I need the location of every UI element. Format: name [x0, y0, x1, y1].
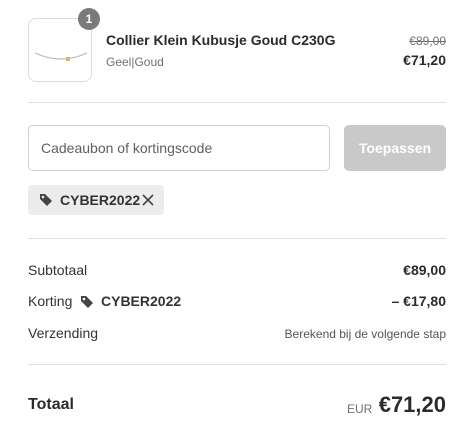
discount-code-input[interactable] — [28, 125, 330, 171]
divider — [28, 102, 446, 103]
shipping-row: Verzending Berekend bij de volgende stap — [28, 324, 446, 344]
quantity-badge: 1 — [78, 8, 100, 30]
discount-row: Korting CYBER2022 – €17,80 — [28, 292, 446, 312]
applied-discount-tag: CYBER2022 — [28, 185, 164, 215]
product-original-price: €89,00 — [409, 34, 446, 48]
subtotal-value: €89,00 — [403, 262, 446, 278]
shipping-label: Verzending — [28, 325, 99, 341]
close-icon[interactable] — [141, 193, 155, 207]
apply-discount-button[interactable]: Toepassen — [344, 125, 446, 171]
divider — [28, 238, 446, 239]
total-label: Totaal — [28, 396, 74, 413]
subtotal-row: Subtotaal €89,00 — [28, 261, 446, 281]
total-value: €71,20 — [378, 392, 446, 417]
tag-icon — [40, 194, 52, 206]
product-variant: Geel|Goud — [106, 55, 164, 69]
applied-discount-code: CYBER2022 — [60, 192, 141, 208]
shipping-value: Berekend bij de volgende stap — [284, 327, 446, 341]
tag-icon — [81, 296, 93, 308]
subtotal-label: Subtotaal — [28, 262, 88, 278]
product-line-item: 1 Collier Klein Kubusje Goud C230G Geel|… — [28, 8, 446, 82]
product-name: Collier Klein Kubusje Goud C230G — [106, 32, 336, 48]
total-currency: EUR — [347, 402, 373, 416]
product-price: €71,20 — [403, 52, 446, 68]
discount-code-label: CYBER2022 — [101, 293, 182, 309]
discount-label: Korting — [28, 293, 73, 309]
discount-value: – €17,80 — [391, 293, 447, 309]
divider — [28, 364, 446, 365]
